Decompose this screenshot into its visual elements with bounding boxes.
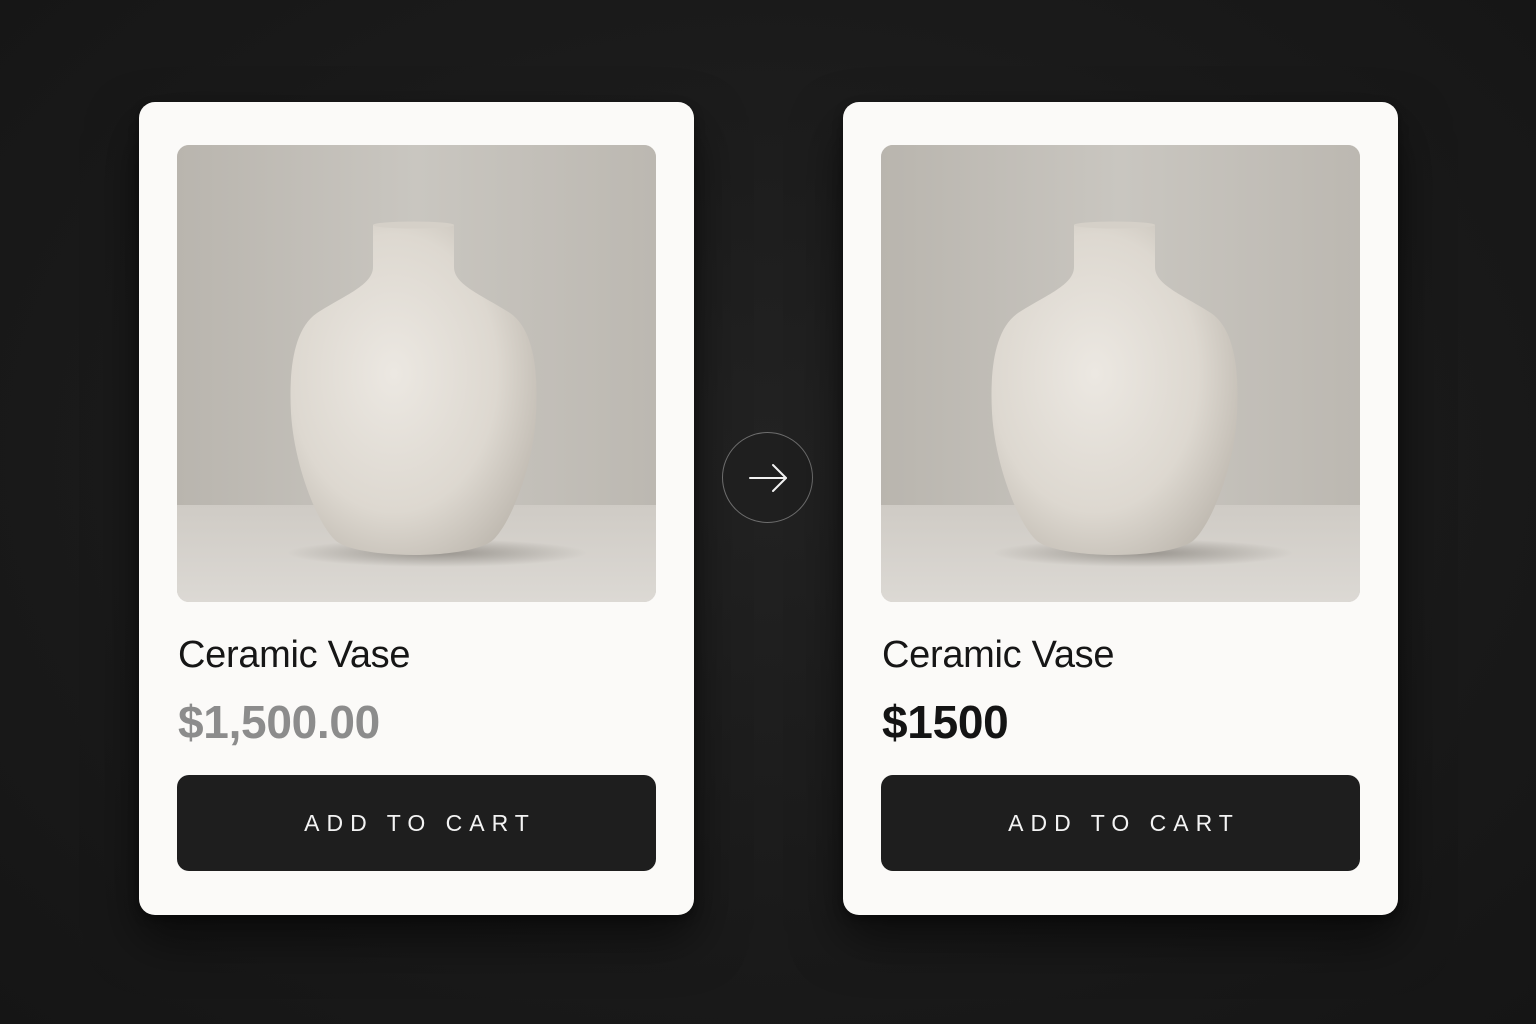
product-price: $1500	[882, 696, 1009, 748]
vase-illustration	[177, 145, 656, 602]
vase-illustration	[881, 145, 1360, 602]
product-card-before: Ceramic Vase $1,500.00 ADD TO CART	[139, 102, 694, 915]
add-to-cart-button[interactable]: ADD TO CART	[177, 775, 656, 871]
product-price: $1,500.00	[178, 696, 380, 748]
add-to-cart-button[interactable]: ADD TO CART	[881, 775, 1360, 871]
product-title: Ceramic Vase	[178, 634, 411, 676]
product-card-after: Ceramic Vase $1500 ADD TO CART	[843, 102, 1398, 915]
arrow-right-icon	[722, 432, 813, 523]
comparison-stage: Ceramic Vase $1,500.00 ADD TO CART Ceram…	[0, 0, 1536, 1024]
arrow-right-glyph	[748, 463, 787, 492]
product-image	[881, 145, 1360, 602]
product-title: Ceramic Vase	[882, 634, 1115, 676]
product-image	[177, 145, 656, 602]
